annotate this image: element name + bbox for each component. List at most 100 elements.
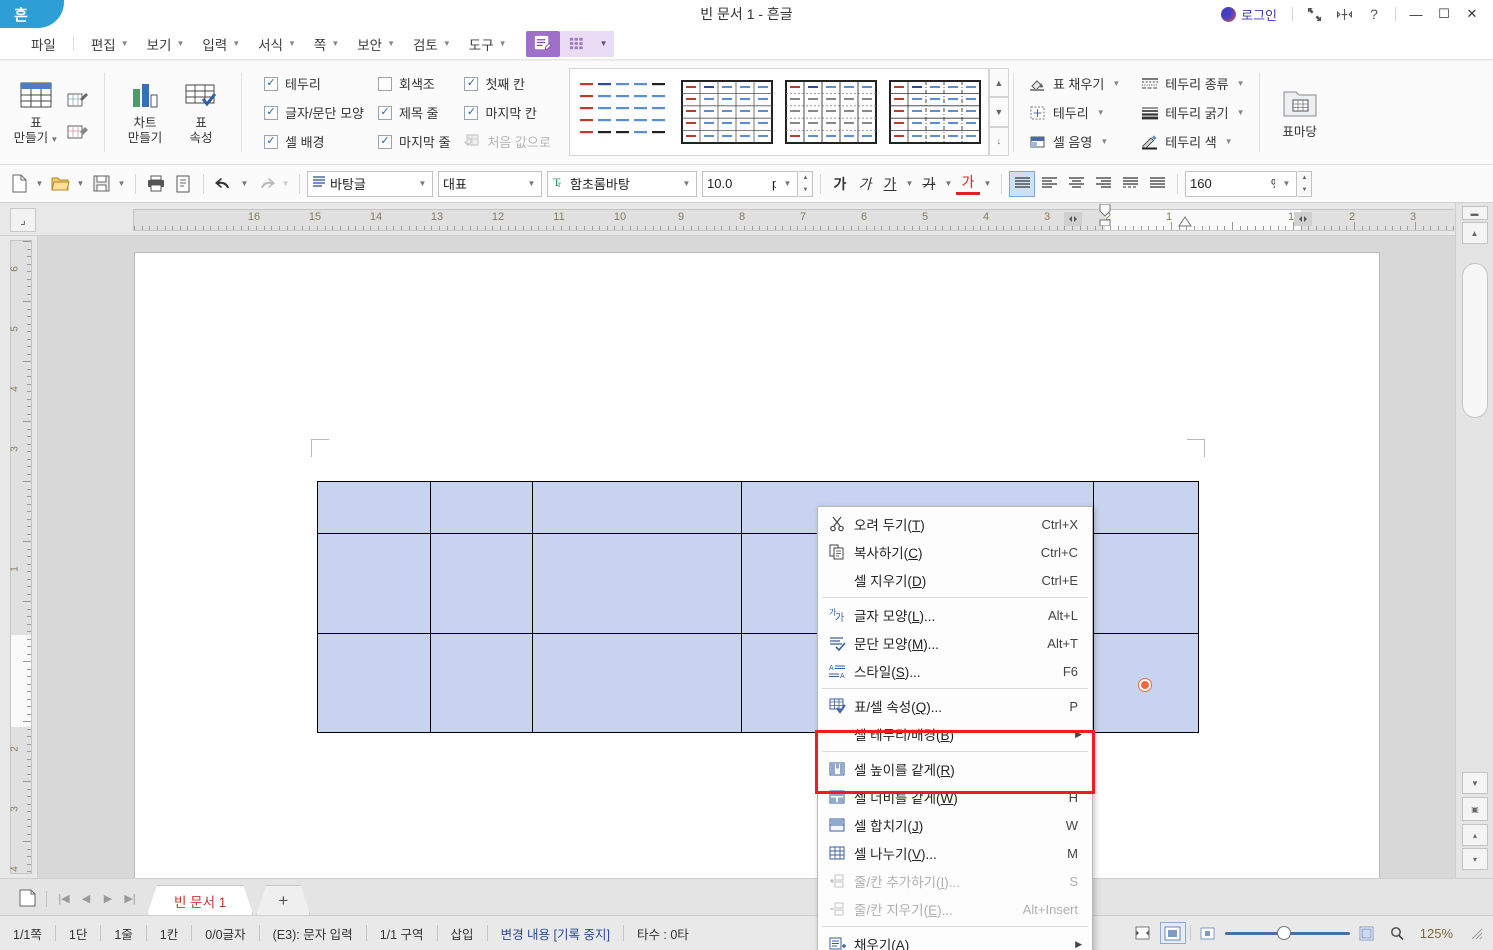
scroll-down-button[interactable]: ▼ [1462,772,1488,794]
scrollbar-split-button[interactable]: ▬ [1461,206,1488,220]
status-track-changes[interactable]: 변경 내용 [기록 중지] [488,924,623,943]
table-cell[interactable] [531,533,743,634]
chevron-down-icon[interactable]: ▼ [1100,137,1108,146]
zoom-in-button[interactable] [1354,922,1380,944]
menu-item-format[interactable]: 서식 ▼ [249,32,305,56]
table-style-option-4[interactable] [888,77,984,147]
redo-icon[interactable] [252,170,278,198]
stepper-down-icon[interactable]: ▼ [1298,184,1311,196]
table-madang-button[interactable]: 표마당 [1272,65,1328,161]
print-preview-icon[interactable] [170,170,196,198]
horizontal-ruler-strip[interactable]: 161514131211109876543211234 [133,203,1477,231]
ruler-indent-left-icon[interactable] [1097,203,1113,229]
maximize-button[interactable]: ☐ [1431,1,1457,27]
prev-page-button[interactable]: ▴ [1462,824,1488,846]
vertical-scrollbar[interactable]: ▬ ▲ ▼ ▣ ▴ ▾ [1455,203,1493,878]
context-menu-item-char-shape[interactable]: 가가 글자 모양(L)... Alt+L [818,601,1092,629]
context-menu-item-table-cell-properties[interactable]: 표/셀 속성(Q)... P [818,692,1092,720]
prev-tab-button[interactable]: ◀ [75,885,97,911]
checkbox-cell-background[interactable]: ✓ 셀 배경 [264,130,364,154]
chevron-down-icon[interactable]: ▼ [1097,108,1105,117]
cell-shade-button[interactable]: 셀 음영 ▼ [1024,129,1124,155]
context-menu-item-style[interactable]: AA 스타일(S)... F6 [818,657,1092,685]
gallery-scroll-down-button[interactable]: ▼ [988,97,1009,127]
gallery-scroll-up-button[interactable]: ▲ [988,68,1009,98]
table-cell[interactable] [1093,533,1199,634]
line-spacing-combo[interactable]: 160 % ▼ [1185,170,1297,197]
line-spacing-stepper[interactable]: ▲ ▼ [1298,170,1312,197]
context-menu-item-para-shape[interactable]: 문단 모양(M)... Alt+T [818,629,1092,657]
split-icon[interactable] [1330,2,1358,26]
align-distribute-button[interactable] [1117,171,1143,197]
context-menu-item-split-cells[interactable]: 셀 나누기(V)... M [818,839,1092,867]
stepper-down-icon[interactable]: ▼ [799,184,812,196]
chevron-down-icon[interactable]: ▼ [1279,179,1294,188]
menu-item-edit[interactable]: 편집 ▼ [82,32,138,56]
context-menu-item-same-cell-height[interactable]: 셀 높이를 같게(R) [818,755,1092,783]
next-page-button[interactable]: ▾ [1462,848,1488,870]
menu-item-tools[interactable]: 도구 ▼ [460,32,516,56]
menu-item-input[interactable]: 입력 ▼ [193,32,249,56]
menu-item-view[interactable]: 보기 ▼ [138,32,194,56]
page-view-icon[interactable] [14,885,40,911]
context-menu-item-same-cell-width[interactable]: 셀 너비를 같게(W) H [818,783,1092,811]
view-single-page-icon[interactable] [1130,922,1156,944]
table-cell[interactable] [429,633,533,733]
print-icon[interactable] [143,170,169,198]
align-justify-button[interactable] [1009,170,1035,197]
table-cell[interactable] [317,481,431,534]
table-cell[interactable] [1093,481,1199,534]
checkbox-border[interactable]: ✓ 테두리 [264,72,364,96]
context-menu-item-copy[interactable]: 복사하기(C) Ctrl+C [818,538,1092,566]
view-facing-pages-icon[interactable] [1159,922,1186,944]
underline-button[interactable]: 가 [878,171,902,197]
checkbox-char-para-shape[interactable]: ✓ 글자/문단 모양 [264,101,364,125]
zoom-magnifier-icon[interactable] [1384,922,1410,944]
table-cell[interactable] [429,481,533,534]
align-spread-button[interactable] [1144,171,1170,197]
checkbox-grayscale[interactable]: 회색조 [377,72,450,96]
table-cell[interactable] [531,633,743,733]
align-right-button[interactable] [1090,171,1116,197]
save-document-icon[interactable] [88,170,114,198]
chevron-down-icon[interactable]: ▼ [238,170,251,198]
representative-combo[interactable]: 대표 ▼ [438,170,542,197]
vertical-ruler-strip[interactable]: 6 5 4 3 1 2 3 4 [10,240,32,874]
table-style-option-2[interactable] [680,77,776,147]
chevron-down-icon[interactable]: ▼ [679,179,694,188]
zoom-slider[interactable] [1224,925,1350,941]
table-cell[interactable] [429,533,533,634]
ruler-margin-right-handle-icon[interactable] [1294,212,1312,229]
checkbox-last-row[interactable]: ✓ 마지막 줄 [377,130,450,154]
help-icon[interactable]: ? [1360,2,1388,26]
cell-context-menu[interactable]: 오려 두기(T) Ctrl+X 복사하기(C) Ctrl+C 셀 지우기(D) … [817,506,1093,950]
strikethrough-button[interactable]: 가 [917,171,941,197]
vertical-ruler[interactable]: 6 5 4 3 1 2 3 4 [0,236,38,878]
chevron-down-icon[interactable]: ▼ [1237,79,1245,88]
open-document-icon[interactable] [47,170,73,198]
vertical-scrollbar-thumb[interactable] [1462,263,1488,418]
menu-item-security[interactable]: 보안 ▼ [348,32,404,56]
table-pen-icon[interactable] [64,87,92,113]
tab-table-layout-icon[interactable] [559,30,594,57]
stepper-up-icon[interactable]: ▲ [1298,172,1311,184]
tab-stop-selector-icon[interactable]: ⌟ [10,208,36,232]
table-cell[interactable] [317,533,431,634]
table-cell[interactable] [317,633,431,733]
italic-button[interactable]: 가 [853,171,877,197]
document-canvas[interactable] [38,236,1455,878]
table-eraser-icon[interactable] [64,119,92,145]
undo-icon[interactable] [211,170,237,198]
new-document-icon[interactable] [6,170,32,198]
border-style-button[interactable]: 테두리 종류 ▼ [1136,71,1248,97]
table-fill-button[interactable]: 표 채우기 ▼ [1024,71,1124,97]
chevron-down-icon[interactable]: ▼ [33,170,46,198]
chevron-down-icon[interactable]: ▼ [1237,108,1245,117]
horizontal-ruler[interactable]: ⌟ 161514131211109876543211234 [0,203,1493,236]
border-color-button[interactable]: 테두리 색 ▼ [1136,129,1248,155]
first-tab-button[interactable]: |◀ [53,885,75,911]
contextual-tab-caret-icon[interactable]: ▼ [593,30,614,57]
chevron-down-icon[interactable]: ▼ [942,170,955,198]
checkbox-first-column[interactable]: ✓ 첫째 칸 [464,72,550,96]
close-button[interactable]: ✕ [1459,1,1485,27]
